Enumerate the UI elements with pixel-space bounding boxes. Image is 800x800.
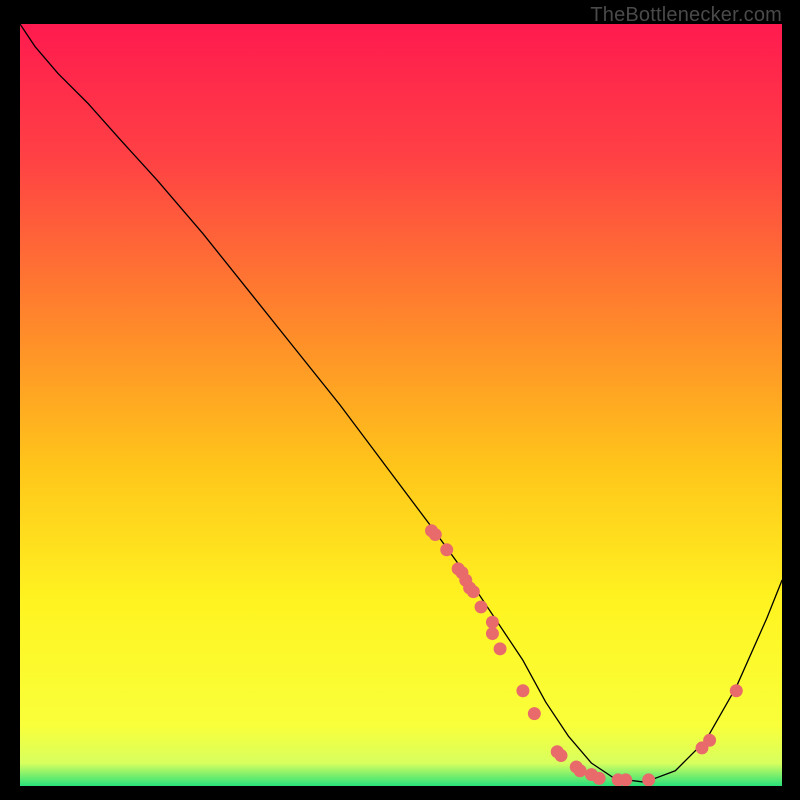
data-point	[467, 585, 480, 598]
data-point	[642, 773, 655, 786]
plot-area	[20, 24, 782, 786]
data-point	[593, 772, 606, 785]
data-point	[574, 764, 587, 777]
data-point	[429, 528, 442, 541]
data-point	[486, 627, 499, 640]
bottleneck-curve	[20, 24, 782, 782]
data-point	[486, 616, 499, 629]
data-point	[516, 684, 529, 697]
data-point	[528, 707, 541, 720]
curve-svg	[20, 24, 782, 786]
data-point	[730, 684, 743, 697]
chart-frame: TheBottlenecker.com	[0, 0, 800, 800]
data-points	[425, 524, 743, 786]
data-point	[440, 543, 453, 556]
data-point	[703, 734, 716, 747]
data-point	[619, 773, 632, 786]
data-point	[475, 600, 488, 613]
data-point	[494, 642, 507, 655]
data-point	[555, 749, 568, 762]
